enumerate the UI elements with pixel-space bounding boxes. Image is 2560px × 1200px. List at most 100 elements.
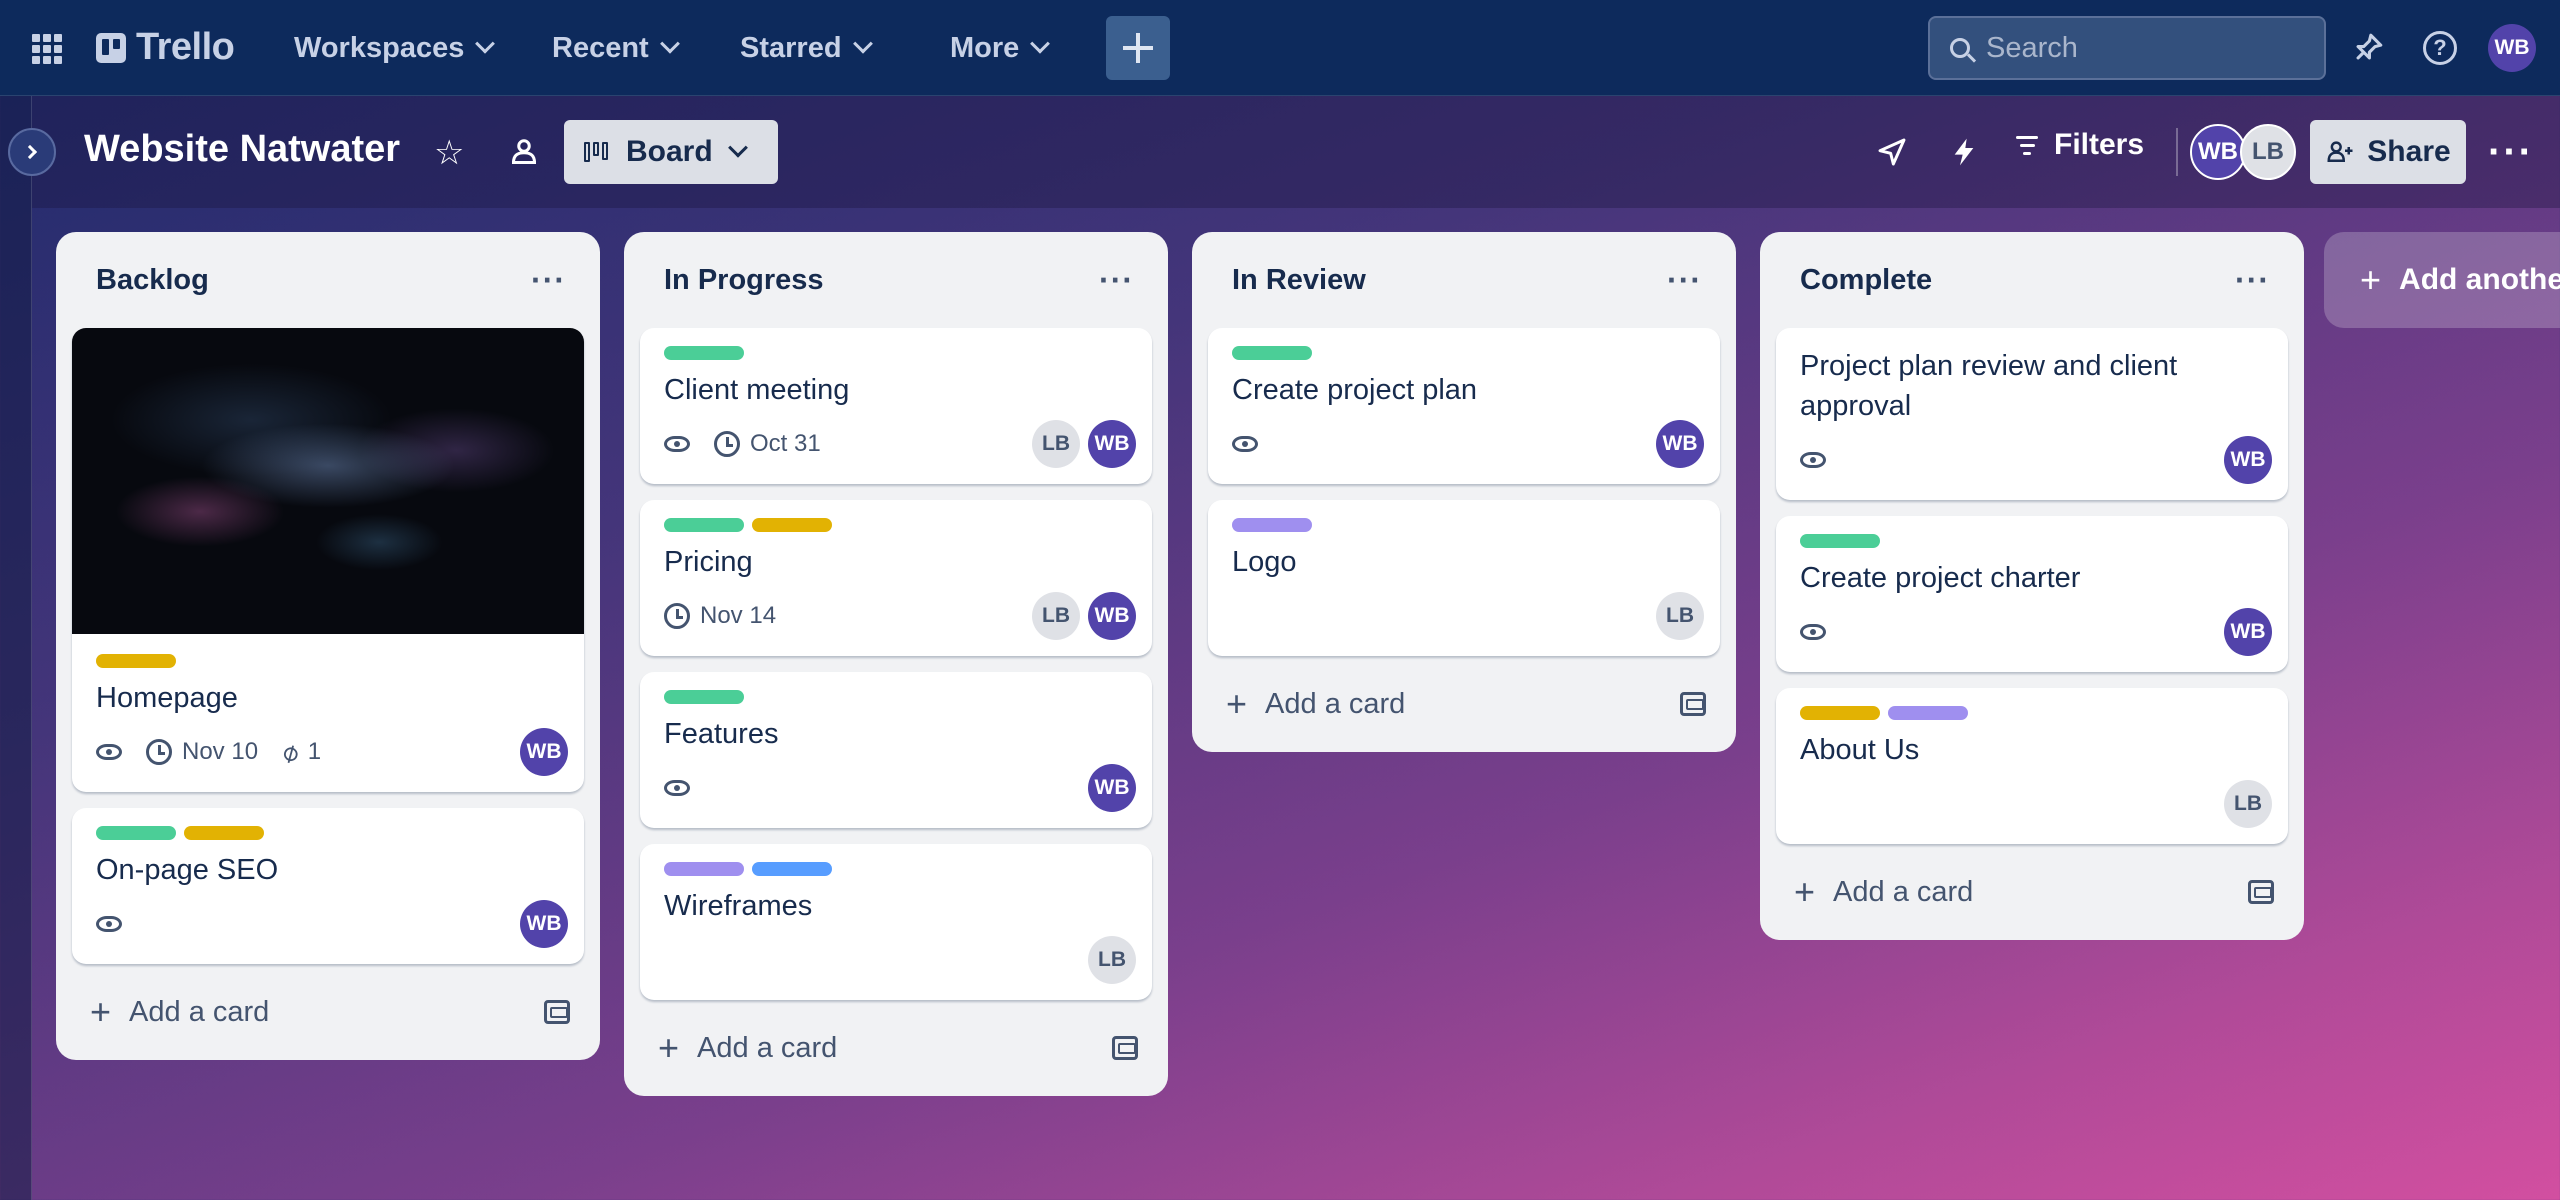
list-menu-icon[interactable]: ··· bbox=[531, 262, 566, 299]
share-button[interactable]: Share bbox=[2310, 120, 2466, 184]
label-green[interactable] bbox=[664, 518, 744, 532]
card-client-meeting[interactable]: Client meeting Oct 31 LB WB bbox=[640, 328, 1152, 484]
member-avatar[interactable]: WB bbox=[520, 728, 568, 776]
app-switcher-icon[interactable] bbox=[32, 34, 62, 64]
card-template-icon[interactable] bbox=[2248, 880, 2274, 904]
create-button[interactable] bbox=[1106, 16, 1170, 80]
watching-icon bbox=[1800, 452, 1826, 468]
due-date-icon bbox=[146, 739, 172, 765]
nav-workspaces[interactable]: Workspaces bbox=[294, 22, 496, 74]
card-title: About Us bbox=[1800, 734, 1920, 766]
label-purple[interactable] bbox=[664, 862, 744, 876]
label-yellow[interactable] bbox=[184, 826, 264, 840]
star-board-icon[interactable]: ☆ bbox=[434, 136, 464, 170]
notifications-icon[interactable] bbox=[2348, 28, 2388, 68]
list-menu-icon[interactable]: ··· bbox=[2235, 262, 2270, 299]
attachment-icon: ⌀ bbox=[275, 734, 304, 769]
card-create-project-plan[interactable]: Create project plan WB bbox=[1208, 328, 1720, 484]
label-green[interactable] bbox=[664, 346, 744, 360]
label-yellow[interactable] bbox=[752, 518, 832, 532]
add-card-button[interactable]: + Add a card bbox=[640, 1016, 1152, 1080]
list-in-review: In Review ··· Create project plan WB Log… bbox=[1192, 232, 1736, 752]
member-avatar[interactable]: LB bbox=[1656, 592, 1704, 640]
card-on-page-seo[interactable]: On-page SEO WB bbox=[72, 808, 584, 964]
list-title[interactable]: In Progress bbox=[664, 264, 824, 297]
nav-more-label: More bbox=[950, 31, 1020, 64]
plus-icon: + bbox=[658, 1027, 680, 1068]
list-title[interactable]: In Review bbox=[1232, 264, 1366, 297]
label-purple[interactable] bbox=[1232, 518, 1312, 532]
label-purple[interactable] bbox=[1888, 706, 1968, 720]
list-title[interactable]: Complete bbox=[1800, 264, 1932, 297]
member-avatar[interactable]: LB bbox=[1032, 592, 1080, 640]
card-wireframes[interactable]: Wireframes LB bbox=[640, 844, 1152, 1000]
due-date-icon bbox=[714, 431, 740, 457]
board-menu-icon[interactable]: ··· bbox=[2488, 132, 2534, 172]
app-name: Trello bbox=[136, 26, 235, 68]
workspace-visibility-icon[interactable] bbox=[506, 134, 542, 170]
label-green[interactable] bbox=[664, 690, 744, 704]
member-avatar[interactable]: WB bbox=[1088, 592, 1136, 640]
chevron-down-icon bbox=[1030, 33, 1051, 54]
nav-starred[interactable]: Starred bbox=[740, 22, 873, 74]
list-menu-icon[interactable]: ··· bbox=[1667, 262, 1702, 299]
member-avatar[interactable]: WB bbox=[1656, 420, 1704, 468]
board-member-avatar[interactable]: WB bbox=[2190, 124, 2246, 180]
card-template-icon[interactable] bbox=[1112, 1036, 1138, 1060]
card-pricing[interactable]: Pricing Nov 14 LB WB bbox=[640, 500, 1152, 656]
card-template-icon[interactable] bbox=[1680, 692, 1706, 716]
label-green[interactable] bbox=[1800, 534, 1880, 548]
label-green[interactable] bbox=[1232, 346, 1312, 360]
plus-icon: + bbox=[1226, 683, 1248, 724]
power-ups-icon[interactable] bbox=[1876, 136, 1908, 174]
member-avatar[interactable]: LB bbox=[2224, 780, 2272, 828]
card-title: Project plan review and client approval bbox=[1800, 350, 2178, 422]
member-avatar[interactable]: LB bbox=[1088, 936, 1136, 984]
plus-icon: + bbox=[2360, 259, 2382, 300]
card-template-icon[interactable] bbox=[544, 1000, 570, 1024]
nav-more[interactable]: More bbox=[950, 22, 1051, 74]
member-avatar[interactable]: WB bbox=[2224, 608, 2272, 656]
label-yellow[interactable] bbox=[1800, 706, 1880, 720]
member-avatar[interactable]: WB bbox=[520, 900, 568, 948]
card-title: Pricing bbox=[664, 546, 753, 578]
card-create-project-charter[interactable]: Create project charter WB bbox=[1776, 516, 2288, 672]
board-member-avatar[interactable]: LB bbox=[2240, 124, 2296, 180]
member-avatar[interactable]: WB bbox=[2224, 436, 2272, 484]
board-view-switcher[interactable]: Board bbox=[564, 120, 778, 184]
add-card-label: Add a card bbox=[697, 1031, 838, 1064]
account-avatar[interactable]: WB bbox=[2488, 24, 2536, 72]
add-card-button[interactable]: + Add a card bbox=[1208, 672, 1720, 736]
list-title[interactable]: Backlog bbox=[96, 264, 209, 297]
add-card-button[interactable]: + Add a card bbox=[1776, 860, 2288, 924]
watching-icon bbox=[1232, 436, 1258, 452]
member-avatar[interactable]: WB bbox=[1088, 764, 1136, 812]
card-logo[interactable]: Logo LB bbox=[1208, 500, 1720, 656]
card-features[interactable]: Features WB bbox=[640, 672, 1152, 828]
help-icon[interactable]: ? bbox=[2420, 28, 2460, 68]
nav-recent[interactable]: Recent bbox=[552, 22, 680, 74]
card-project-plan-review[interactable]: Project plan review and client approval … bbox=[1776, 328, 2288, 500]
member-avatar[interactable]: WB bbox=[1088, 420, 1136, 468]
plus-icon: + bbox=[90, 991, 112, 1032]
watching-icon bbox=[96, 916, 122, 932]
label-yellow[interactable] bbox=[96, 654, 176, 668]
board-title[interactable]: Website Natwater bbox=[84, 128, 400, 171]
member-avatar[interactable]: LB bbox=[1032, 420, 1080, 468]
filters-button[interactable]: Filters bbox=[2016, 128, 2144, 162]
list-menu-icon[interactable]: ··· bbox=[1099, 262, 1134, 299]
card-title: Create project plan bbox=[1232, 374, 1478, 406]
automation-icon[interactable] bbox=[1948, 136, 1980, 174]
search-input[interactable] bbox=[1986, 31, 2286, 65]
label-green[interactable] bbox=[96, 826, 176, 840]
search-box[interactable] bbox=[1928, 16, 2326, 80]
card-homepage[interactable]: Homepage Nov 10 ⌀ 1 WB bbox=[72, 328, 584, 792]
add-card-button[interactable]: + Add a card bbox=[72, 980, 584, 1044]
card-about-us[interactable]: About Us LB bbox=[1776, 688, 2288, 844]
label-blue[interactable] bbox=[752, 862, 832, 876]
trello-logo[interactable]: Trello bbox=[96, 26, 235, 69]
sidebar-expand-button[interactable] bbox=[8, 128, 56, 176]
add-list-button[interactable]: + Add another list bbox=[2324, 232, 2560, 328]
nav-workspaces-label: Workspaces bbox=[294, 31, 465, 64]
card-title: Client meeting bbox=[664, 374, 850, 406]
